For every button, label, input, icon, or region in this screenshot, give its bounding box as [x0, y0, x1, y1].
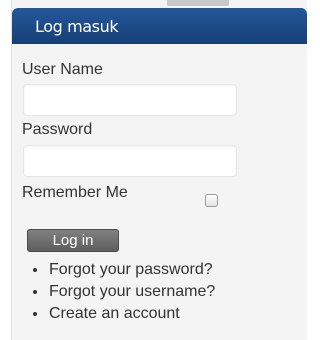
module-header: Log masuk — [12, 8, 307, 44]
create-account-link[interactable]: Create an account — [49, 303, 180, 325]
bullet-icon — [33, 290, 37, 294]
bullet-icon — [33, 268, 37, 272]
login-module: Log masuk User Name Password Remember Me… — [11, 0, 307, 340]
module-tab-handle — [167, 0, 229, 6]
bullet-icon — [33, 312, 37, 316]
forgot-password-link[interactable]: Forgot your password? — [49, 259, 213, 281]
password-input[interactable] — [23, 145, 237, 177]
remember-me-checkbox[interactable] — [205, 194, 218, 207]
password-label: Password — [22, 121, 93, 138]
login-button[interactable]: Log in — [27, 229, 119, 252]
forgot-username-link[interactable]: Forgot your username? — [49, 281, 215, 303]
username-label: User Name — [22, 61, 103, 78]
module-title: Log masuk — [35, 17, 119, 36]
remember-me-label: Remember Me — [22, 184, 128, 201]
username-input[interactable] — [23, 84, 237, 116]
